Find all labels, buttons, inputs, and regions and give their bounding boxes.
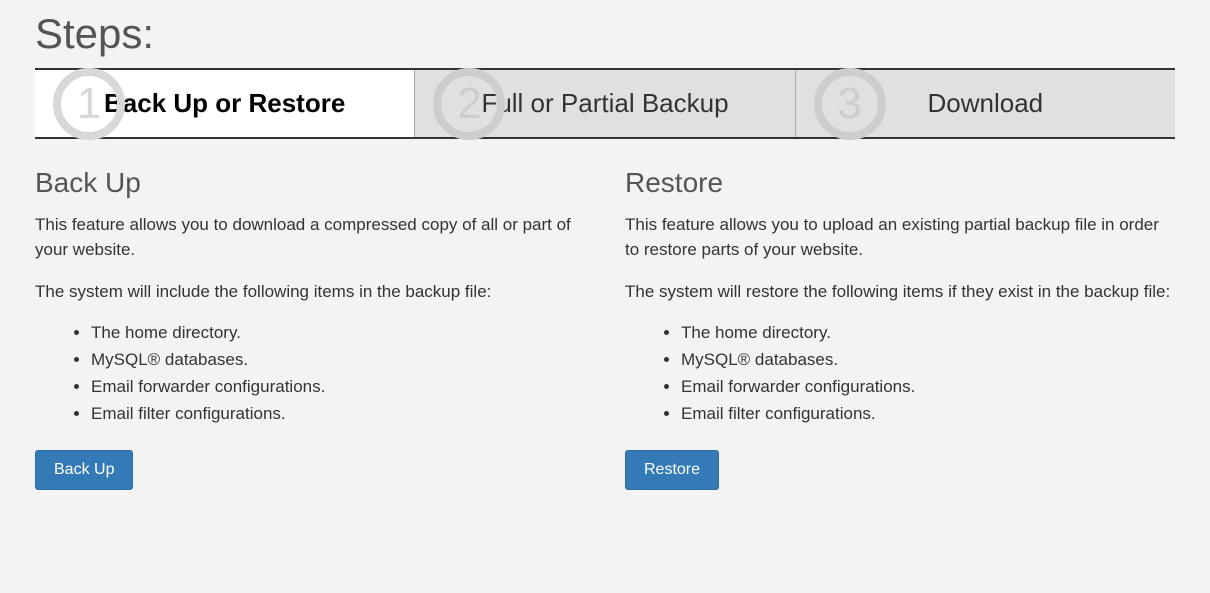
backup-item-list: The home directory. MySQL® databases. Em… <box>35 319 585 428</box>
restore-item-list: The home directory. MySQL® databases. Em… <box>625 319 1175 428</box>
restore-column: Restore This feature allows you to uploa… <box>625 167 1175 490</box>
restore-button[interactable]: Restore <box>625 450 719 490</box>
backup-column: Back Up This feature allows you to downl… <box>35 167 585 490</box>
backup-button[interactable]: Back Up <box>35 450 133 490</box>
step-3-label: Download <box>928 88 1044 119</box>
backup-title: Back Up <box>35 167 585 199</box>
restore-title: Restore <box>625 167 1175 199</box>
step-2[interactable]: 2 Full or Partial Backup <box>414 70 794 137</box>
list-item: Email forwarder configurations. <box>681 373 1175 400</box>
step-3-number-icon: 3 <box>814 68 886 140</box>
steps-container: 1 Back Up or Restore 2 Full or Partial B… <box>35 68 1175 139</box>
list-item: The home directory. <box>681 319 1175 346</box>
list-item: The home directory. <box>91 319 585 346</box>
step-2-label: Full or Partial Backup <box>481 88 728 119</box>
list-item: Email filter configurations. <box>91 400 585 427</box>
step-3[interactable]: 3 Download <box>795 70 1175 137</box>
restore-description: This feature allows you to upload an exi… <box>625 213 1175 262</box>
step-2-number-icon: 2 <box>433 68 505 140</box>
step-1-label: Back Up or Restore <box>104 88 345 119</box>
list-item: MySQL® databases. <box>91 346 585 373</box>
list-item: MySQL® databases. <box>681 346 1175 373</box>
page-title: Steps: <box>35 10 1175 58</box>
step-1[interactable]: 1 Back Up or Restore <box>35 70 414 137</box>
backup-description: This feature allows you to download a co… <box>35 213 585 262</box>
list-item: Email filter configurations. <box>681 400 1175 427</box>
restore-subdescription: The system will restore the following it… <box>625 280 1175 305</box>
content-row: Back Up This feature allows you to downl… <box>35 167 1175 490</box>
backup-subdescription: The system will include the following it… <box>35 280 585 305</box>
list-item: Email forwarder configurations. <box>91 373 585 400</box>
step-1-number-icon: 1 <box>53 68 125 140</box>
